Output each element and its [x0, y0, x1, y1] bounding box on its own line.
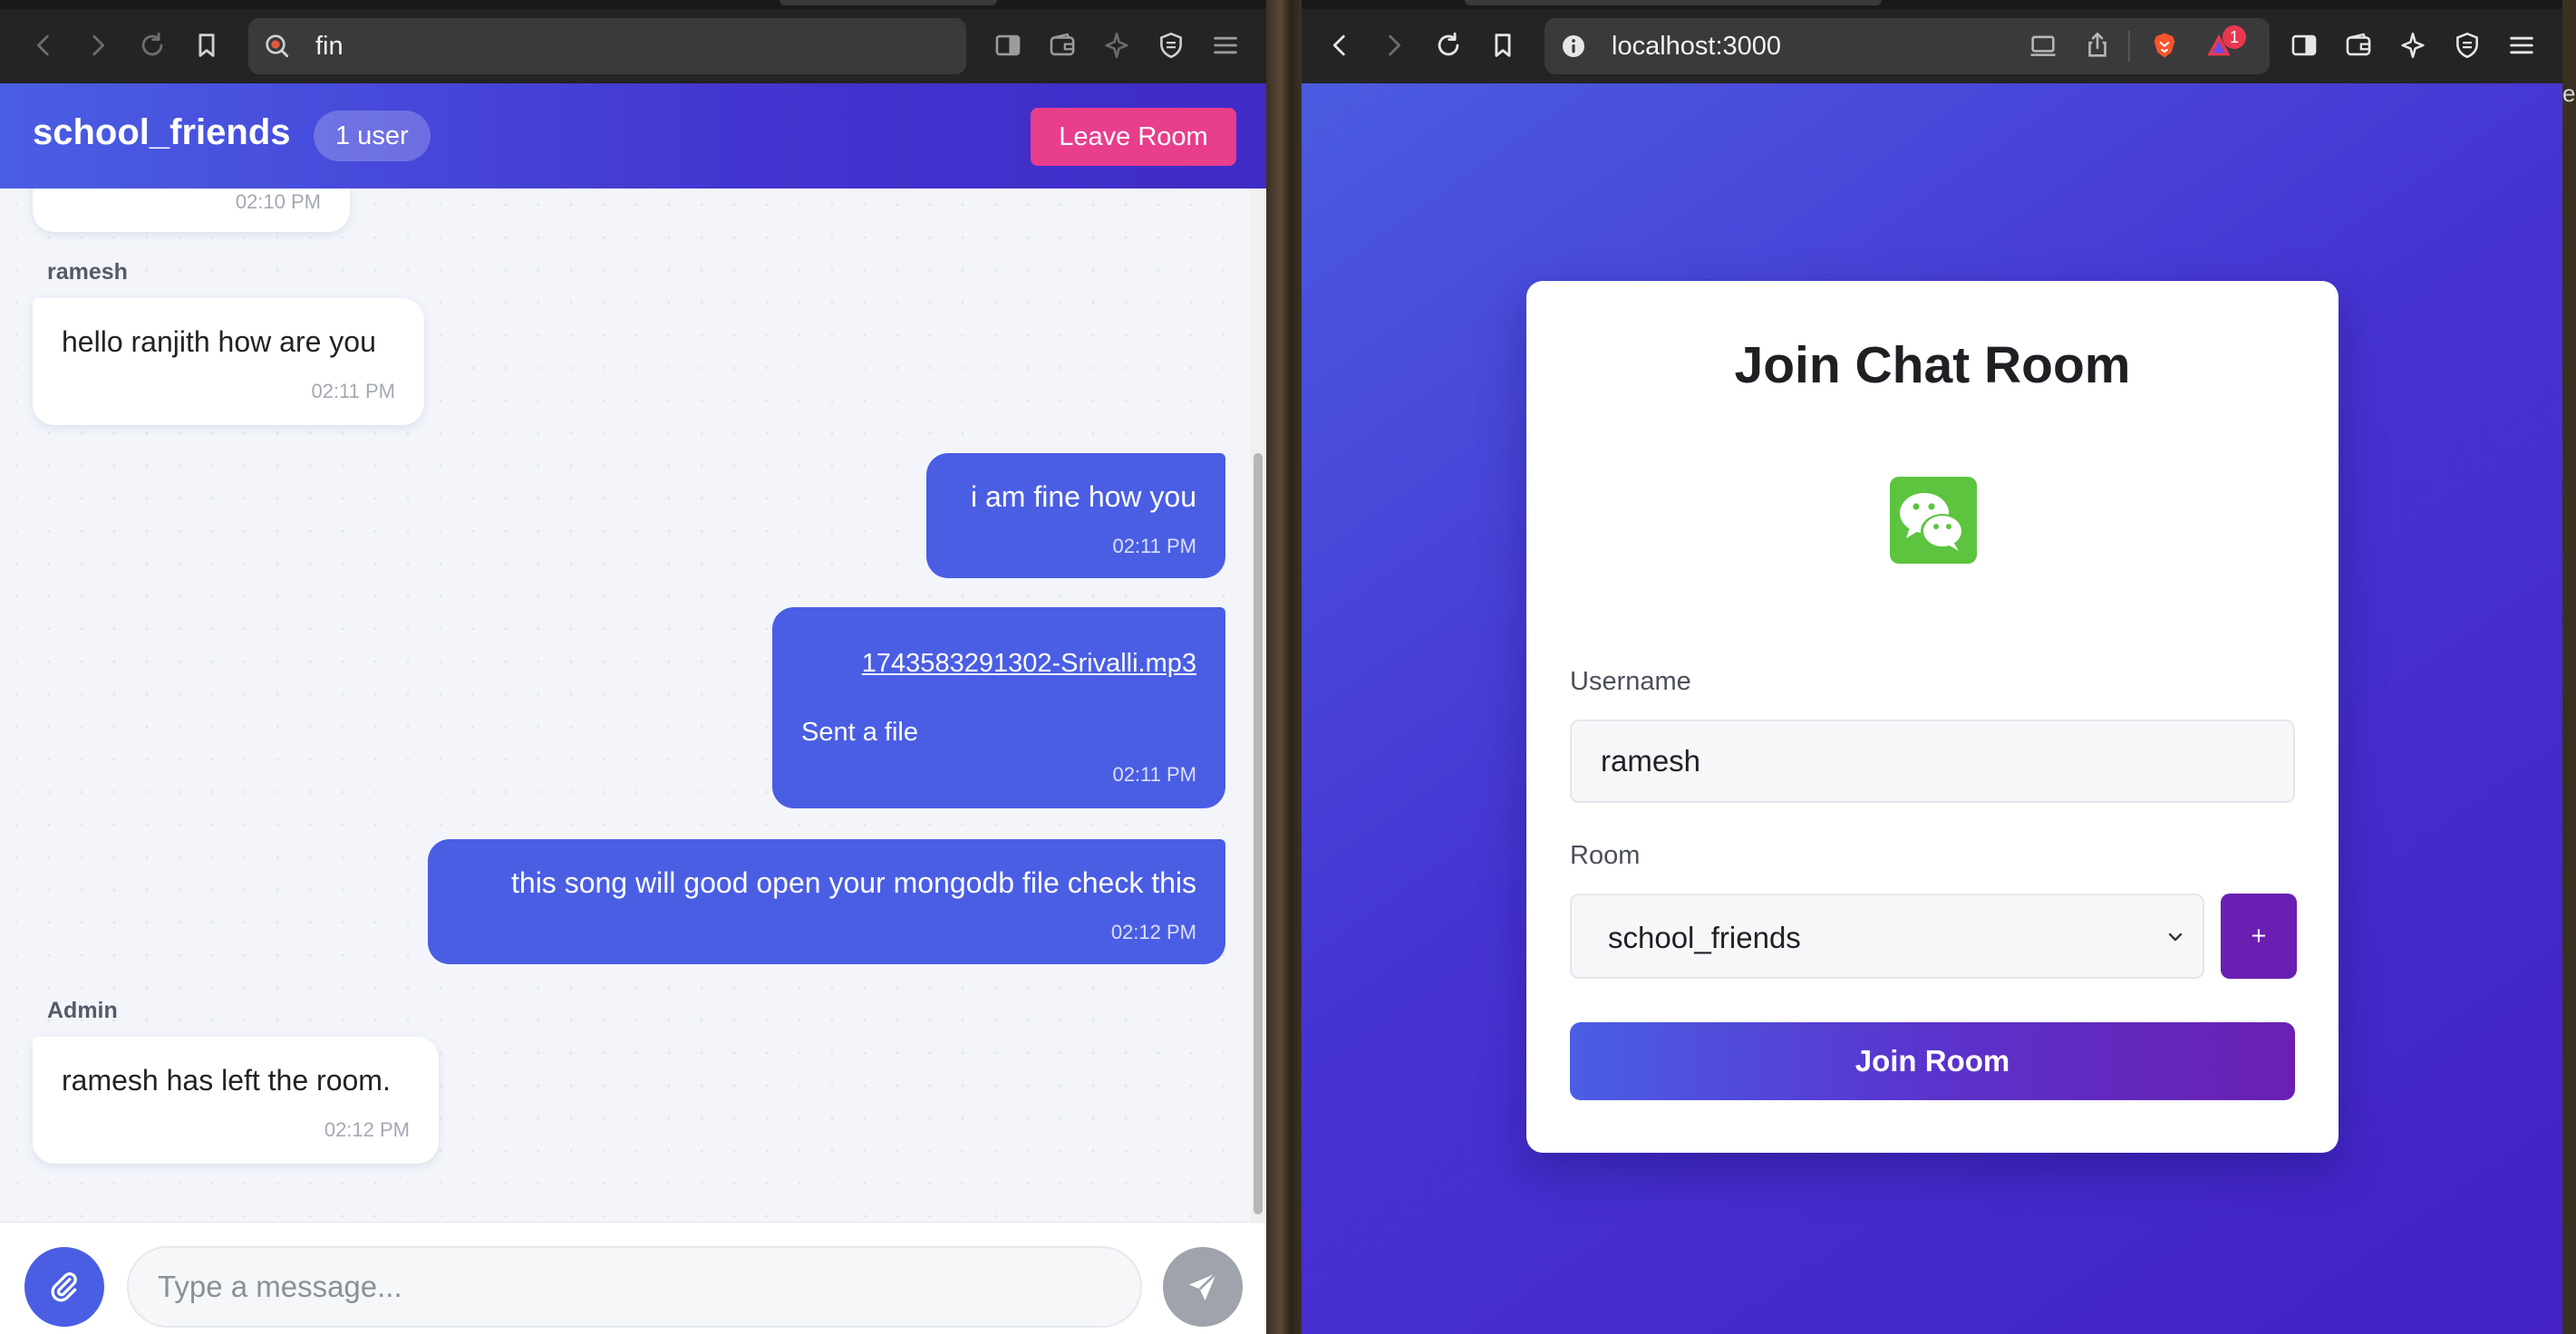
browser-toolbar: localhost:3000 1: [1302, 0, 2562, 83]
tab-strip: [1302, 0, 2562, 9]
user-count-badge: 1 user: [314, 111, 431, 161]
room-select[interactable]: school_friends: [1570, 894, 2204, 979]
address-bar[interactable]: fin: [248, 18, 966, 74]
info-icon[interactable]: [1559, 32, 1588, 61]
leave-room-button[interactable]: Leave Room: [1031, 108, 1236, 166]
message-text: this song will good open your mongodb fi…: [511, 866, 1196, 899]
chevron-down-icon: [2168, 933, 2183, 942]
background-window-edge: e: [2562, 0, 2576, 1334]
join-browser-window: localhost:3000 1 Join Chat Room Username…: [1302, 0, 2562, 1334]
send-button[interactable]: [1163, 1247, 1243, 1327]
bookmark-icon[interactable]: [1485, 27, 1521, 63]
message-composer: [0, 1222, 1266, 1334]
brave-icon[interactable]: [2146, 27, 2183, 63]
scrollbar-thumb[interactable]: [1254, 453, 1263, 1214]
message-bubble-outgoing: this song will good open your mongodb fi…: [428, 839, 1225, 964]
message-time: 02:12 PM: [1110, 921, 1196, 943]
room-label: Room: [1570, 841, 1641, 870]
join-page-background: Join Chat Room Username Room sch: [1302, 83, 2562, 1334]
edge-text: e: [2562, 80, 2576, 107]
message-time: 02:11 PM: [311, 380, 395, 402]
wallet-icon[interactable]: [2340, 27, 2377, 63]
sidebar-icon[interactable]: [2286, 27, 2322, 63]
add-room-button[interactable]: +: [2221, 894, 2297, 979]
message-text: i am fine how you: [970, 480, 1196, 513]
message-bubble-incoming: hello ranjith how are you 02:11 PM: [33, 298, 424, 425]
username-input[interactable]: [1570, 720, 2295, 803]
message-text: ramesh has left the room.: [62, 1064, 391, 1097]
sidebar-icon[interactable]: [990, 27, 1026, 63]
brave-search-icon: [266, 34, 289, 58]
desktop-gap: [1266, 0, 1302, 1334]
chat-browser-window: fin school_friends 1 user Leave Room 02:…: [0, 0, 1266, 1334]
message-time: 02:11 PM: [1112, 763, 1196, 786]
message-list[interactable]: 02:10 PM ramesh hello ranjith how are yo…: [0, 188, 1251, 1222]
leo-icon[interactable]: [1099, 27, 1135, 63]
address-text: fin: [315, 32, 344, 61]
share-icon[interactable]: [2079, 27, 2116, 63]
message-text: hello ranjith how are you: [62, 325, 376, 358]
tab-strip: [0, 0, 1266, 9]
shield-icon[interactable]: [2449, 27, 2485, 63]
attach-file-button[interactable]: [24, 1247, 104, 1327]
omnibox-separator: [2128, 31, 2130, 62]
browser-toolbar: fin: [0, 0, 1266, 83]
message-bubble-outgoing: i am fine how you 02:11 PM: [926, 453, 1225, 578]
send-icon: [1189, 1272, 1217, 1300]
room-select-value: school_friends: [1608, 921, 1801, 954]
address-text: localhost:3000: [1612, 32, 1782, 61]
file-download-link[interactable]: 1743583291302-Srivalli.mp3: [862, 649, 1196, 679]
reload-icon[interactable]: [1430, 27, 1467, 63]
address-bar[interactable]: localhost:3000 1: [1545, 18, 2270, 74]
message-sender: Admin: [47, 998, 118, 1023]
message-time: 02:11 PM: [1112, 535, 1196, 557]
wechat-logo: [1890, 477, 1977, 564]
message-bubble-system: ramesh has left the room. 02:12 PM: [33, 1037, 439, 1164]
chat-header: school_friends 1 user Leave Room: [0, 83, 1266, 188]
forward-icon[interactable]: [1376, 27, 1412, 63]
message-time: 02:12 PM: [324, 1118, 410, 1141]
leo-icon[interactable]: [2395, 27, 2431, 63]
cast-icon[interactable]: [2025, 27, 2061, 63]
username-label: Username: [1570, 667, 1691, 696]
join-title: Join Chat Room: [1734, 336, 2131, 394]
notification-count-badge: 1: [2223, 25, 2246, 49]
message-scrollbar[interactable]: [1251, 188, 1266, 1222]
message-sender: ramesh: [47, 259, 128, 285]
forward-icon[interactable]: [80, 27, 116, 63]
menu-icon[interactable]: [1207, 27, 1244, 63]
back-icon[interactable]: [1322, 27, 1358, 63]
wallet-icon[interactable]: [1044, 27, 1080, 63]
back-icon[interactable]: [25, 27, 62, 63]
menu-icon[interactable]: [2503, 27, 2540, 63]
shield-icon[interactable]: [1153, 27, 1189, 63]
bookmark-icon[interactable]: [189, 27, 225, 63]
join-card: Join Chat Room Username Room sch: [1526, 281, 2339, 1153]
message-bubble-file: 1743583291302-Srivalli.mp3 Sent a file 0…: [772, 607, 1225, 808]
room-name: school_friends: [33, 112, 291, 152]
message-time: 02:10 PM: [235, 190, 321, 213]
reload-icon[interactable]: [134, 27, 170, 63]
message-text: Sent a file: [801, 718, 918, 747]
message-input[interactable]: [127, 1246, 1142, 1328]
message-bubble-partial: 02:10 PM: [33, 188, 350, 232]
join-room-button[interactable]: Join Room: [1570, 1022, 2295, 1100]
paperclip-icon: [51, 1272, 77, 1302]
